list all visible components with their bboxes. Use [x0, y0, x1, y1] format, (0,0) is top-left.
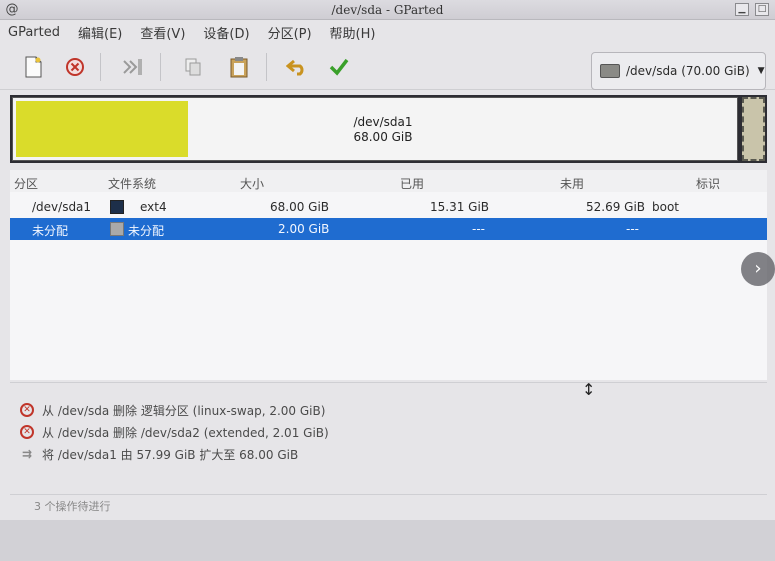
partition-map-sda1[interactable]: /dev/sda1 68.00 GiB — [12, 97, 738, 161]
minimize-icon[interactable]: ▁ — [735, 3, 749, 16]
row-filesystem: ext4 — [140, 200, 167, 214]
filesystem-swatch — [110, 222, 124, 236]
resize-move-icon[interactable] — [118, 52, 148, 82]
delete-icon[interactable] — [60, 52, 90, 82]
paste-icon[interactable] — [224, 52, 254, 82]
partition-map-unallocated[interactable] — [742, 97, 765, 161]
disk-icon — [600, 64, 620, 78]
window-controls: ▁ □ — [735, 3, 769, 16]
col-filesystem[interactable]: 文件系统 — [108, 175, 156, 192]
filesystem-swatch — [110, 200, 124, 214]
row-unused: 52.69 GiB — [586, 200, 646, 214]
partition-table: 分区 文件系统 大小 已用 未用 标识 /dev/sda1 ext4 68.00… — [10, 170, 767, 380]
menu-gparted[interactable]: GParted — [8, 25, 60, 40]
list-item[interactable]: ⇉ 将 /dev/sda1 由 57.99 GiB 扩大至 68.00 GiB — [20, 444, 298, 464]
menu-edit[interactable]: 编辑(E) — [78, 23, 122, 42]
delete-icon: ✕ — [20, 425, 34, 439]
col-flags[interactable]: 标识 — [696, 175, 720, 192]
list-item[interactable]: ✕ 从 /dev/sda 删除 逻辑分区 (linux-swap, 2.00 G… — [20, 400, 325, 420]
chevron-down-icon: ▼ — [757, 66, 765, 76]
row-partition: /dev/sda1 — [32, 200, 92, 214]
title-bar: @ /dev/sda - GParted ▁ □ — [0, 0, 775, 20]
table-header: 分区 文件系统 大小 已用 未用 标识 — [10, 170, 767, 192]
menu-help[interactable]: 帮助(H) — [330, 23, 376, 42]
maximize-icon[interactable]: □ — [755, 3, 769, 16]
bottom-strip — [0, 520, 775, 561]
table-row[interactable]: 未分配 未分配 2.00 GiB --- --- — [10, 218, 767, 240]
row-flags: boot — [652, 200, 680, 214]
undo-icon[interactable] — [282, 52, 312, 82]
used-space-bar — [16, 101, 188, 157]
row-used: --- — [472, 222, 485, 236]
row-size: 68.00 GiB — [270, 200, 330, 214]
chevron-right-icon[interactable]: › — [741, 252, 775, 286]
operation-text: 从 /dev/sda 删除 /dev/sda2 (extended, 2.01 … — [42, 425, 329, 440]
menu-bar: GParted 编辑(E) 查看(V) 设备(D) 分区(P) 帮助(H) — [0, 20, 775, 44]
resize-icon: ⇉ — [21, 447, 33, 461]
col-unused[interactable]: 未用 — [560, 175, 584, 192]
operation-text: 从 /dev/sda 删除 逻辑分区 (linux-swap, 2.00 GiB… — [42, 403, 326, 418]
menu-device[interactable]: 设备(D) — [203, 23, 249, 42]
list-item[interactable]: ✕ 从 /dev/sda 删除 /dev/sda2 (extended, 2.0… — [20, 422, 329, 442]
table-row[interactable]: /dev/sda1 ext4 68.00 GiB 15.31 GiB 52.69… — [10, 196, 767, 218]
partition-map-size: 68.00 GiB — [353, 130, 413, 144]
delete-icon: ✕ — [20, 403, 34, 417]
apply-icon[interactable] — [324, 52, 354, 82]
menu-partition[interactable]: 分区(P) — [268, 23, 312, 42]
col-partition[interactable]: 分区 — [14, 175, 38, 192]
col-size[interactable]: 大小 — [240, 175, 264, 192]
row-used: 15.31 GiB — [430, 200, 490, 214]
row-size: 2.00 GiB — [278, 222, 330, 236]
operation-text: 将 /dev/sda1 由 57.99 GiB 扩大至 68.00 GiB — [42, 447, 299, 462]
partition-map: /dev/sda1 68.00 GiB — [10, 95, 767, 163]
partition-map-name: /dev/sda1 — [353, 115, 413, 129]
menu-view[interactable]: 查看(V) — [140, 23, 185, 42]
row-partition: 未分配 — [32, 224, 69, 238]
row-filesystem: 未分配 — [128, 224, 165, 238]
window-title: /dev/sda - GParted — [331, 3, 444, 17]
status-text: 3 个操作待进行 — [34, 500, 111, 513]
col-used[interactable]: 已用 — [400, 175, 424, 192]
device-selector[interactable]: /dev/sda (70.00 GiB) ▼ — [591, 52, 766, 90]
copy-icon[interactable] — [178, 52, 208, 82]
device-selector-value: /dev/sda (70.00 GiB) — [626, 64, 750, 78]
gparted-window: @ /dev/sda - GParted ▁ □ GParted 编辑(E) 查… — [0, 0, 775, 561]
pending-operations: ✕ 从 /dev/sda 删除 逻辑分区 (linux-swap, 2.00 G… — [10, 392, 767, 492]
new-partition-icon[interactable] — [18, 52, 48, 82]
row-unused: --- — [626, 222, 639, 236]
